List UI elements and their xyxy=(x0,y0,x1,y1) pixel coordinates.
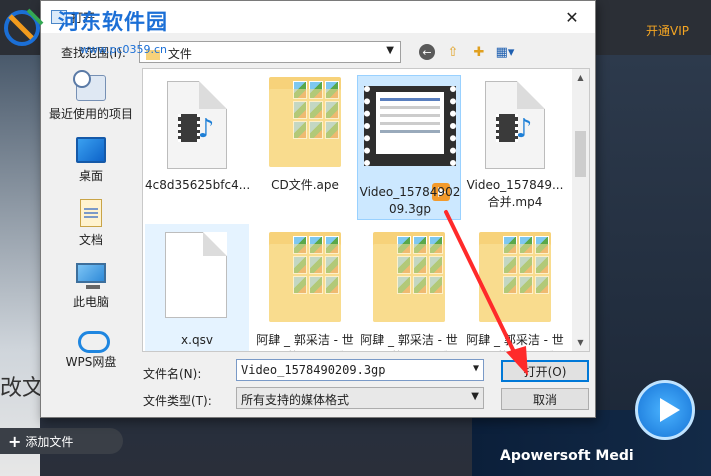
place-recent[interactable]: 最近使用的项目 xyxy=(41,70,141,129)
add-file-label: 添加文件 xyxy=(25,434,74,449)
watermark-title: 河东软件园 xyxy=(58,10,168,34)
watermark-url: www.pc0359.cn xyxy=(80,43,168,56)
file-name: x.qsv xyxy=(181,333,213,347)
file-name: CD文件.ape xyxy=(271,178,339,192)
back-arrow-icon: ← xyxy=(419,44,435,60)
chevron-down-icon[interactable]: ▼ xyxy=(473,363,479,374)
computer-icon xyxy=(76,263,106,289)
folder-icon xyxy=(269,232,341,322)
folder-item[interactable]: 阿肆 _ 郭采洁 - 世 界上的另一个我 xyxy=(463,224,567,351)
file-name: Video_157849... 合并.mp4 xyxy=(466,178,564,209)
file-name: 阿肆 _ 郭采洁 - 世 界上的另一个我 xyxy=(466,333,564,351)
folder-item[interactable]: 阿肆 _ 郭采洁 - 世 界上的另一个我 xyxy=(357,224,461,351)
place-label: 此电脑 xyxy=(72,295,109,309)
scroll-down-icon[interactable]: ▼ xyxy=(572,334,589,351)
folder-icon xyxy=(269,77,341,167)
desktop-icon xyxy=(76,137,106,163)
scroll-thumb[interactable] xyxy=(575,131,586,177)
cancel-button[interactable]: 取消 xyxy=(501,388,589,410)
filetype-value: 所有支持的媒体格式 xyxy=(241,393,350,407)
play-logo-icon xyxy=(635,380,695,440)
place-label: 桌面 xyxy=(78,169,103,183)
new-folder-button[interactable]: ✚ xyxy=(468,41,490,63)
plus-icon: + xyxy=(8,431,22,451)
file-item[interactable]: ♪ Video_157849... 合并.mp4 xyxy=(463,69,567,214)
file-list[interactable]: ♪ 4c8d35625bfc4... CD文件.ape Video_157849… xyxy=(142,68,590,352)
scroll-up-icon[interactable]: ▲ xyxy=(572,69,589,86)
app-left-panel xyxy=(0,55,40,476)
view-menu-button[interactable]: ▦▾ xyxy=(494,41,516,63)
blank-file-icon xyxy=(165,232,227,318)
file-item-selected[interactable]: Video_15784902 09.3gp xyxy=(357,75,461,220)
place-label: 最近使用的项目 xyxy=(48,107,133,121)
brand-text: Apowersoft Medi xyxy=(500,448,634,464)
watermark: 河东软件园 www.pc0359.cn xyxy=(0,0,200,56)
add-file-button[interactable]: + 添加文件 xyxy=(0,428,123,454)
close-button[interactable]: ✕ xyxy=(549,1,595,33)
file-name: 4c8d35625bfc4... xyxy=(145,178,249,192)
media-file-icon: ♪ xyxy=(167,81,227,169)
folder-icon xyxy=(479,232,551,322)
folder-item[interactable]: CD文件.ape xyxy=(253,69,357,214)
place-this-pc[interactable]: 此电脑 xyxy=(41,259,141,317)
navigation-toolbar: ← ⇧ ✚ ▦▾ xyxy=(416,41,516,63)
media-file-icon: ♪ xyxy=(485,81,545,169)
place-label: 文档 xyxy=(78,233,103,247)
place-documents[interactable]: 文档 xyxy=(41,195,141,253)
file-item[interactable]: x.qsv xyxy=(145,224,249,351)
filetype-dropdown[interactable]: 所有支持的媒体格式 ▼ xyxy=(236,387,484,409)
vip-link[interactable]: 开通VIP xyxy=(646,22,689,39)
file-name: Video_15784902 09.3gp xyxy=(359,185,461,216)
app-left-text: 改文 xyxy=(0,376,45,401)
file-item[interactable]: ♪ 4c8d35625bfc4... xyxy=(145,69,249,214)
back-button[interactable]: ← xyxy=(416,41,438,63)
filename-value: Video_1578490209.3gp xyxy=(241,363,386,377)
up-folder-button[interactable]: ⇧ xyxy=(442,41,464,63)
file-name: 阿肆 _ 郭采洁 - 世 界上的另一个我 xyxy=(360,333,458,351)
recent-icon xyxy=(73,70,106,101)
place-label: WPS网盘 xyxy=(65,355,117,369)
folder-icon xyxy=(373,232,445,322)
filename-input[interactable]: Video_1578490209.3gp ▼ xyxy=(236,359,484,381)
chevron-down-icon: ▼ xyxy=(471,391,479,402)
places-sidebar: 最近使用的项目 桌面 文档 此电脑 WPS网盘 xyxy=(41,67,141,369)
folder-item[interactable]: 阿肆 _ 郭采洁 - 世 界上的另一个我 xyxy=(253,224,357,351)
open-file-dialog: 打开 ✕ 查找范围(I): 文件 ▼ ← ⇧ ✚ ▦▾ 最近使用的项目 桌面 文… xyxy=(40,0,596,418)
open-button[interactable]: 打开(O) xyxy=(501,360,589,382)
video-thumbnail-icon xyxy=(364,86,456,166)
cloud-icon xyxy=(76,325,110,353)
chevron-down-icon: ▼ xyxy=(386,45,394,56)
watermark-logo-icon xyxy=(4,8,44,46)
documents-icon xyxy=(80,199,102,227)
place-desktop[interactable]: 桌面 xyxy=(41,133,141,191)
filetype-label: 文件类型(T): xyxy=(143,394,212,408)
place-wps-cloud[interactable]: WPS网盘 xyxy=(41,321,141,379)
vertical-scrollbar[interactable]: ▲ ▼ xyxy=(572,69,589,351)
file-name: 阿肆 _ 郭采洁 - 世 界上的另一个我 xyxy=(256,333,354,351)
filename-label: 文件名(N): xyxy=(143,367,202,381)
